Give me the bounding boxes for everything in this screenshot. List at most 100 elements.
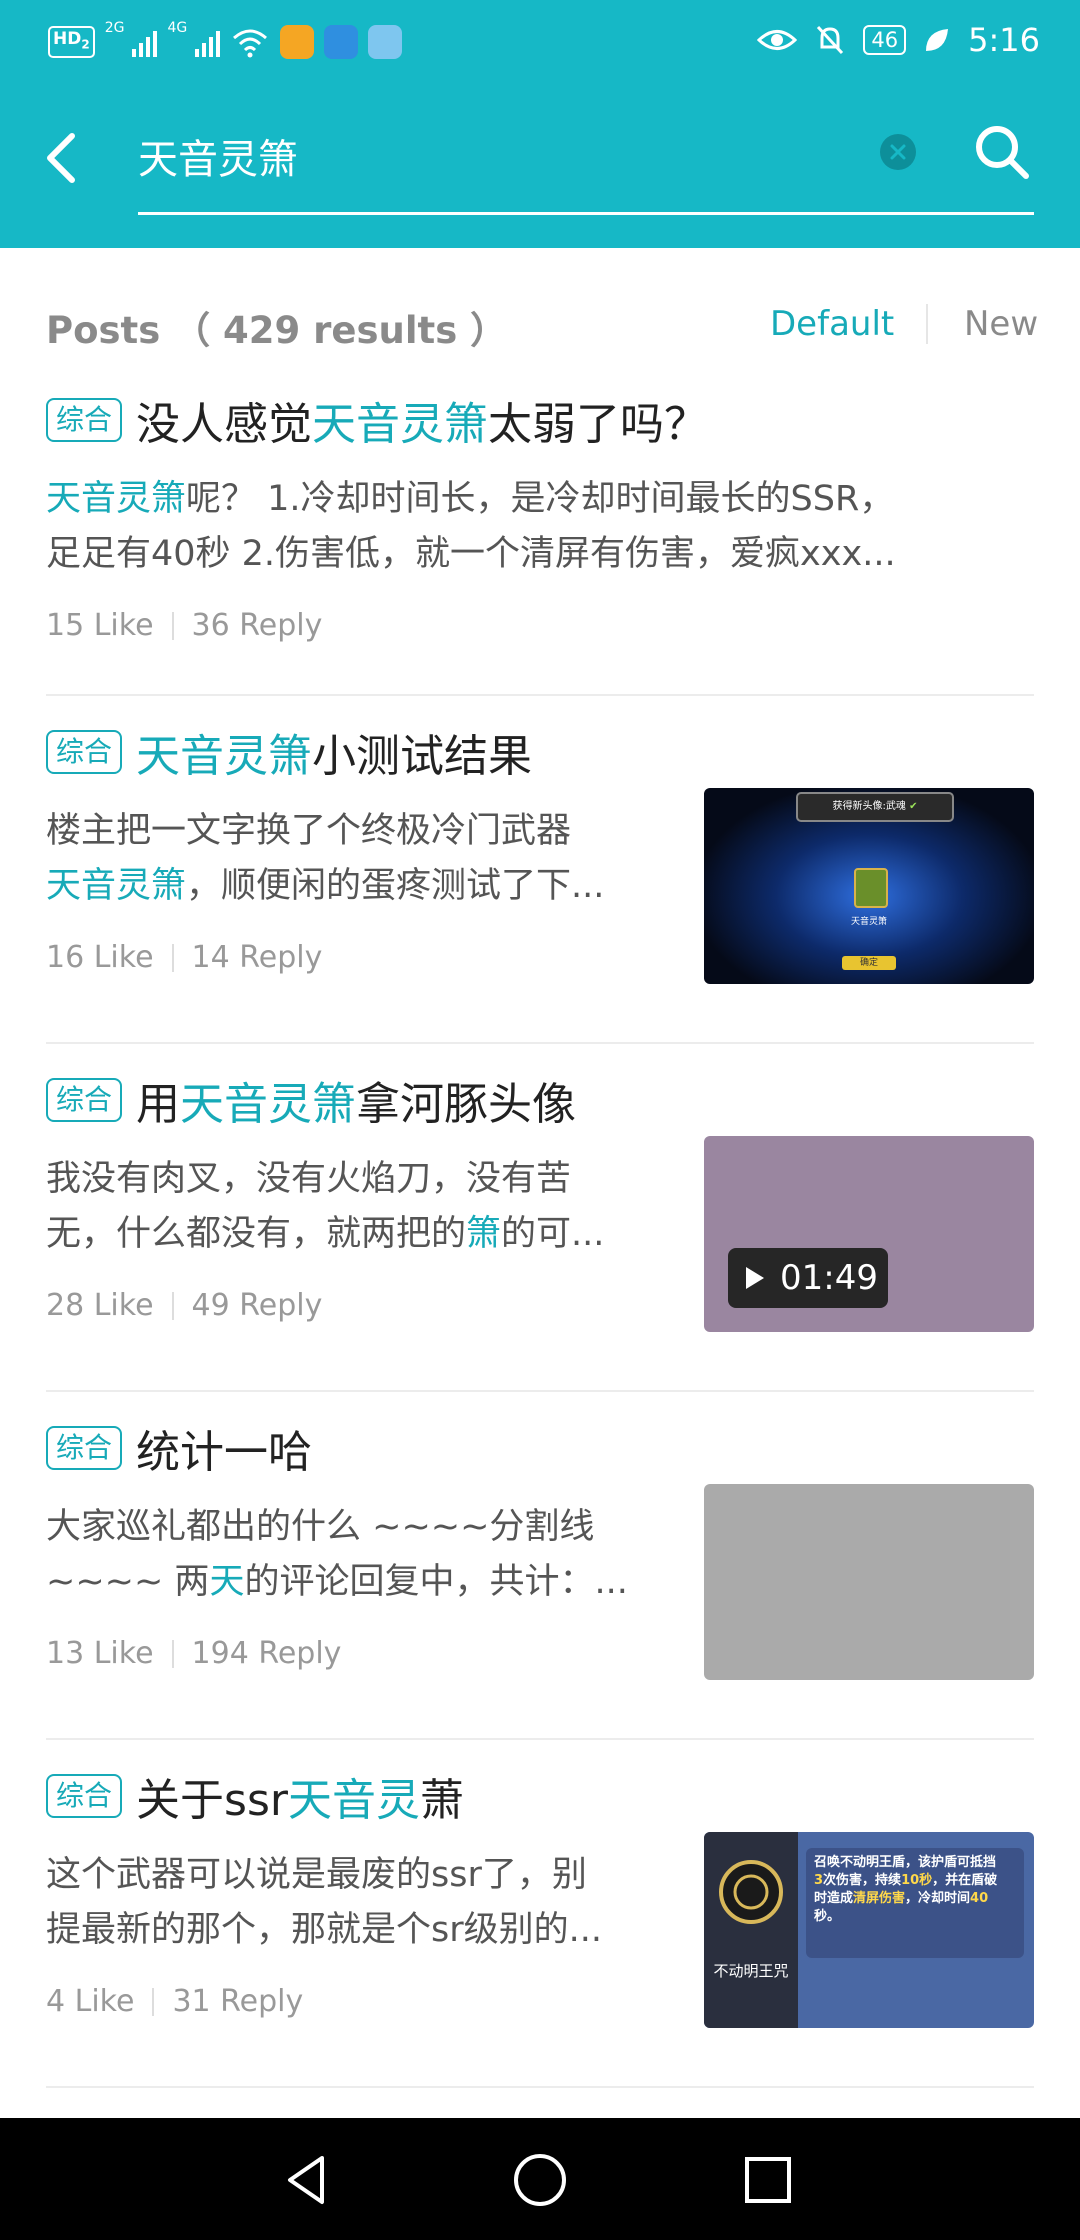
- app-header: HD2 2G 4G 46 5:16 天音灵箫: [0, 0, 1080, 248]
- post-stats: 16 Like 14 Reply: [46, 940, 322, 975]
- sort-default-tab[interactable]: Default: [770, 304, 894, 344]
- highlight-text: 天: [209, 1562, 245, 1602]
- nav-recents-button[interactable]: [736, 2148, 800, 2212]
- post-title-text: 统计一哈: [136, 1416, 312, 1480]
- post-divider: [46, 1390, 1034, 1392]
- status-bar: HD2 2G 4G 46 5:16: [0, 0, 1080, 80]
- reply-count: 31 Reply: [172, 1984, 304, 2019]
- highlight-text: 天音灵箫: [136, 731, 313, 782]
- excerpt-line: 天音灵箫呢？ 1.冷却时间长，是冷却时间最长的SSR，: [46, 472, 1034, 527]
- skill-text: 时造成: [814, 1891, 854, 1906]
- post-divider: [46, 1738, 1034, 1740]
- text-segment: 关于ssr: [136, 1775, 288, 1826]
- post-title-text: 天音灵箫小测试结果: [136, 720, 532, 784]
- post-thumbnail[interactable]: 01:49: [704, 1136, 1034, 1332]
- excerpt-line: 提最新的那个，那就是个sr级别的...: [46, 1903, 666, 1958]
- leaf-icon: [926, 29, 949, 51]
- post-title[interactable]: 综合 没人感觉天音灵箫太弱了吗？: [46, 390, 708, 450]
- signal-icon: [132, 27, 158, 57]
- text-segment: ，顺便闲的蛋疼测试了下...: [186, 866, 605, 906]
- post-title[interactable]: 综合 用天音灵箫拿河豚头像: [46, 1070, 576, 1130]
- skill-text: 次伤害，持续: [823, 1873, 902, 1888]
- post-item[interactable]: 综合 天音灵箫小测试结果 楼主把一文字换了个终极冷门武器 天音灵箫，顺便闲的蛋疼测试了…: [46, 722, 1034, 1022]
- like-count: 28 Like: [46, 1288, 154, 1323]
- hd-indicator: HD2: [48, 26, 95, 58]
- nav-home-button[interactable]: [508, 2148, 572, 2212]
- post-excerpt: 天音灵箫呢？ 1.冷却时间长，是冷却时间最长的SSR， 足足有40秒 2.伤害低，…: [46, 472, 1034, 582]
- post-title[interactable]: 综合 统计一哈: [46, 1418, 312, 1478]
- excerpt-line: 天音灵箫，顺便闲的蛋疼测试了下...: [46, 859, 666, 914]
- text-segment: 小测试结果: [312, 731, 533, 782]
- play-icon: [746, 1267, 764, 1289]
- stats-divider: [171, 611, 174, 640]
- skill-text: ，并在盾破: [932, 1873, 998, 1888]
- post-item[interactable]: 综合 用天音灵箫拿河豚头像我没有肉叉，没有火焰刀，没有苦 无，什么都没有，就两把的箫…: [46, 1070, 1034, 1370]
- post-excerpt: 大家巡礼都出的什么 ~~~~分割线 ~~~~ 两天的评论回复中，共计：...: [46, 1500, 666, 1610]
- skill-description-line: 3次伤害，持续10秒，并在盾破: [814, 1872, 1016, 1890]
- results-header: Posts （ 429 results ） Default New: [46, 294, 1038, 354]
- search-input[interactable]: [138, 126, 858, 186]
- text-segment: 太弱了吗？: [488, 399, 709, 450]
- post-stats: 28 Like 49 Reply: [46, 1288, 322, 1323]
- excerpt-line: 这个武器可以说是最废的ssr了，别: [46, 1848, 666, 1903]
- video-duration-badge: 01:49: [728, 1248, 888, 1308]
- video-duration: 01:49: [780, 1258, 878, 1298]
- back-button[interactable]: [40, 128, 84, 188]
- like-count: 15 Like: [46, 608, 154, 643]
- post-item[interactable]: 综合 没人感觉天音灵箫太弱了吗？ 天音灵箫呢？ 1.冷却时间长，是冷却时间最长的SS…: [46, 390, 1034, 690]
- like-count: 13 Like: [46, 1636, 154, 1671]
- text-segment: 的评论回复中，共计：...: [244, 1562, 628, 1602]
- post-stats: 4 Like 31 Reply: [46, 1984, 303, 2019]
- excerpt-line: ~~~~ 两天的评论回复中，共计：...: [46, 1555, 666, 1610]
- skill-highlight-text: 3: [814, 1873, 824, 1888]
- sort-divider: [926, 304, 928, 344]
- text-segment: ~~~~ 两: [46, 1562, 210, 1602]
- excerpt-line: 大家巡礼都出的什么 ~~~~分割线: [46, 1500, 666, 1555]
- text-segment: 大家巡礼都出的什么 ~~~~分割线: [46, 1507, 595, 1547]
- highlight-text: 箫: [466, 1214, 502, 1254]
- clock: 5:16: [968, 21, 1040, 59]
- stats-divider: [171, 1291, 174, 1320]
- post-title-text: 没人感觉天音灵箫太弱了吗？: [136, 388, 708, 452]
- skill-highlight-text: 清屏伤害: [853, 1891, 906, 1906]
- like-count: 4 Like: [46, 1984, 135, 2019]
- stats-divider: [152, 1987, 155, 2016]
- post-item[interactable]: 综合 统计一哈大家巡礼都出的什么 ~~~~分割线 ~~~~ 两天的评论回复中，共计：…: [46, 1418, 1034, 1718]
- nav-back-button[interactable]: [276, 2148, 340, 2212]
- reply-count: 36 Reply: [191, 608, 323, 643]
- weapon-name: 天音灵箫: [850, 917, 887, 927]
- post-excerpt: 这个武器可以说是最废的ssr了，别 提最新的那个，那就是个sr级别的...: [46, 1848, 666, 1958]
- skill-highlight-text: 10秒: [901, 1873, 933, 1888]
- category-tag: 综合: [46, 730, 123, 774]
- skill-name: 不动明王咒: [713, 1962, 789, 1980]
- excerpt-line: 足足有40秒 2.伤害低，就一个清屏有伤害，爱疯xxx...: [46, 527, 1034, 582]
- excerpt-line: 我没有肉叉，没有火焰刀，没有苦: [46, 1152, 666, 1207]
- text-segment: 足足有40秒 2.伤害低，就一个清屏有伤害，爱疯xxx...: [46, 534, 896, 574]
- post-thumbnail[interactable]: [704, 1484, 1034, 1680]
- post-item[interactable]: 综合 关于ssr天音灵萧这个武器可以说是最废的ssr了，别 提最新的那个，那就是个s…: [46, 1766, 1034, 2066]
- category-tag: 综合: [46, 398, 123, 442]
- post-excerpt: 我没有肉叉，没有火焰刀，没有苦 无，什么都没有，就两把的箫的可...: [46, 1152, 666, 1262]
- post-thumbnail[interactable]: 获得新头像:武魂 ✔ 天音灵箫 确定: [704, 788, 1034, 984]
- search-bar: [138, 112, 1034, 215]
- category-tag: 综合: [46, 1774, 123, 1818]
- post-title[interactable]: 综合 关于ssr天音灵萧: [46, 1766, 464, 1826]
- reply-count: 194 Reply: [191, 1636, 342, 1671]
- highlight-text: 天音灵箫: [46, 866, 187, 906]
- post-divider: [46, 694, 1034, 696]
- text-segment: 统计一哈: [136, 1427, 313, 1478]
- clear-search-button[interactable]: [880, 134, 916, 170]
- post-divider: [46, 2086, 1034, 2088]
- category-tag: 综合: [46, 1426, 123, 1470]
- network-label-2: 4G: [167, 20, 188, 36]
- signal-icon-2: [195, 27, 221, 57]
- post-thumbnail[interactable]: 不动明王咒 召唤不动明王盾，该护盾可抵挡 3次伤害，持续10秒，并在盾破 时造成清屏伤…: [704, 1832, 1034, 2028]
- reply-count: 49 Reply: [191, 1288, 323, 1323]
- sort-new-tab[interactable]: New: [964, 304, 1038, 344]
- network-label-1: 2G: [104, 20, 125, 36]
- post-excerpt: 楼主把一文字换了个终极冷门武器 天音灵箫，顺便闲的蛋疼测试了下...: [46, 804, 666, 914]
- search-button[interactable]: [972, 122, 1032, 182]
- skill-description-line: 召唤不动明王盾，该护盾可抵挡: [814, 1854, 1016, 1872]
- post-divider: [46, 1042, 1034, 1044]
- post-title[interactable]: 综合 天音灵箫小测试结果: [46, 722, 532, 782]
